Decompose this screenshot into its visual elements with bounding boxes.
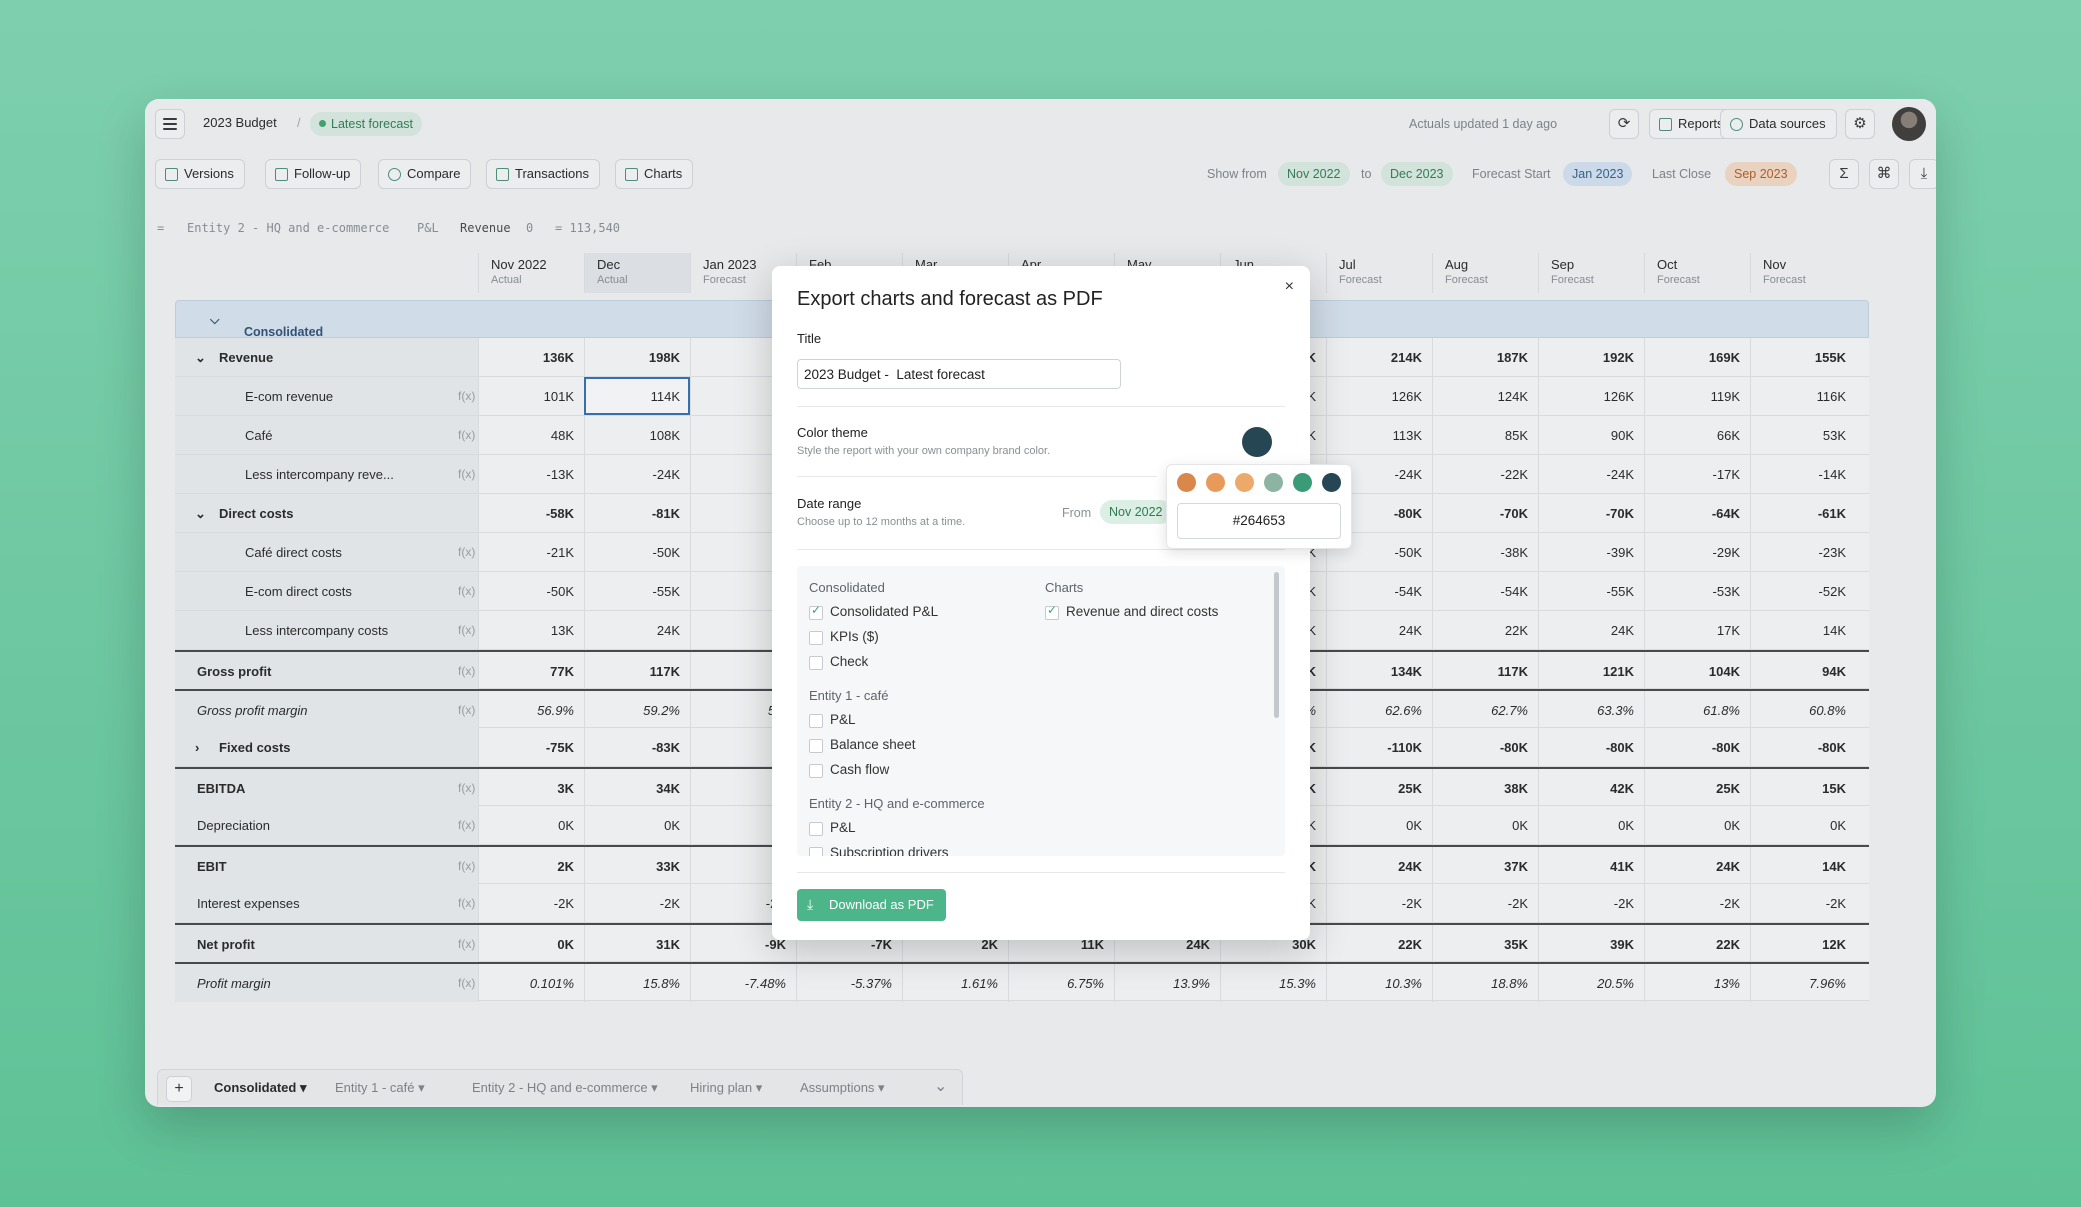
date-range-sub: Choose up to 12 months at a time. <box>797 516 966 528</box>
checkbox-consolidated-pl[interactable]: Consolidated P&L <box>809 603 938 620</box>
color-theme-sub: Style the report with your own company b… <box>797 445 1051 457</box>
export-pdf-dialog: × Export charts and forecast as PDF Titl… <box>772 266 1352 940</box>
color-picker-popover: #264653 <box>1166 464 1352 549</box>
download-icon: ⤓ <box>807 896 814 912</box>
group-entity2: Entity 2 - HQ and e-commerce <box>809 796 985 811</box>
checkbox-kpis[interactable]: KPIs ($) <box>809 629 879 645</box>
divider <box>797 549 1285 550</box>
checkbox-entity1-balance-sheet[interactable]: Balance sheet <box>809 737 916 753</box>
color-swatch[interactable] <box>1235 473 1254 492</box>
close-icon[interactable]: × <box>1285 278 1294 296</box>
group-consolidated: Consolidated <box>809 580 885 595</box>
color-swatch[interactable] <box>1264 473 1283 492</box>
dialog-title: Export charts and forecast as PDF <box>797 288 1103 310</box>
color-swatch[interactable] <box>1206 473 1225 492</box>
color-swatch[interactable] <box>1293 473 1312 492</box>
export-items-list[interactable]: Consolidated Charts Consolidated P&L Rev… <box>797 566 1285 856</box>
date-range-label: Date range <box>797 496 862 511</box>
download-pdf-label: Download as PDF <box>829 897 934 912</box>
group-charts: Charts <box>1045 580 1084 595</box>
from-date-pill[interactable]: Nov 2022 <box>1100 500 1172 524</box>
from-label: From <box>1062 506 1092 520</box>
checkbox-revenue-direct-costs[interactable]: Revenue and direct costs <box>1045 603 1218 620</box>
group-entity1: Entity 1 - café <box>809 688 889 703</box>
list-scrollbar[interactable] <box>1274 572 1279 718</box>
color-swatch[interactable] <box>1177 473 1196 492</box>
divider <box>797 406 1285 407</box>
color-theme-label: Color theme <box>797 425 868 440</box>
title-label: Title <box>797 331 822 346</box>
checkbox-entity2-subscription[interactable]: Subscription drivers <box>809 845 949 856</box>
checkbox-entity1-pl[interactable]: P&L <box>809 712 856 728</box>
divider <box>797 476 1157 477</box>
checkbox-entity2-pl[interactable]: P&L <box>809 820 856 836</box>
hex-input[interactable]: #264653 <box>1177 503 1341 539</box>
checkbox-entity1-cash-flow[interactable]: Cash flow <box>809 762 889 778</box>
color-swatch[interactable] <box>1322 473 1341 492</box>
divider <box>797 872 1285 873</box>
report-title-input[interactable] <box>797 359 1121 389</box>
download-pdf-button[interactable]: ⤓ Download as PDF <box>797 889 946 921</box>
checkbox-check[interactable]: Check <box>809 654 868 670</box>
color-theme-swatch[interactable] <box>1242 427 1272 457</box>
